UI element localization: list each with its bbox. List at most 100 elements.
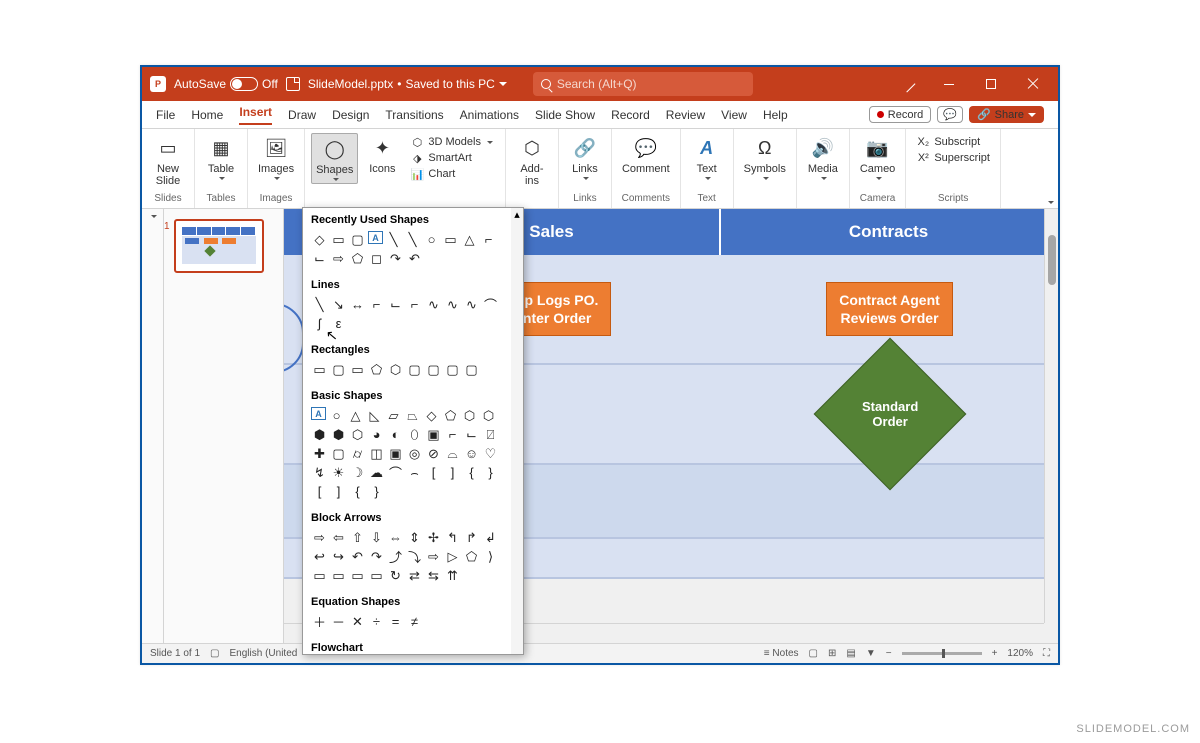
shape-arrow-icon[interactable]: ⇨ (330, 250, 347, 267)
ink-icon[interactable] (890, 74, 924, 94)
reading-view-icon[interactable]: ▤ (846, 648, 855, 659)
shape-curve2-icon[interactable]: ∿ (444, 296, 461, 313)
shape-pentagon-icon[interactable]: ⬠ (442, 407, 459, 424)
shape-dodecagon-icon[interactable]: ⬡ (349, 426, 366, 443)
shape-callout2-icon[interactable]: ▭ (330, 567, 347, 584)
shape-line-icon[interactable]: ╲ (385, 231, 402, 248)
shape-rarrow-icon[interactable]: ⇨ (311, 529, 328, 546)
shape-oval-icon[interactable]: ○ (328, 407, 345, 424)
shape-rbrace2-icon[interactable]: } (368, 483, 385, 500)
record-button[interactable]: Record (869, 106, 931, 123)
tab-design[interactable]: Design (332, 108, 369, 122)
shape-elbow3-icon[interactable]: ⌐ (406, 296, 423, 313)
shape-can-icon[interactable]: ⌭ (349, 445, 366, 462)
shape-darrow-icon[interactable]: ⇩ (368, 529, 385, 546)
shape-round2-icon[interactable]: ▢ (425, 361, 442, 378)
zoom-slider[interactable] (902, 652, 982, 655)
normal-view-icon[interactable]: ▢ (809, 648, 818, 659)
icons-button[interactable]: ✦Icons (362, 133, 402, 177)
tab-view[interactable]: View (721, 108, 747, 122)
table-button[interactable]: ▦Table (201, 133, 241, 182)
tab-insert[interactable]: Insert (239, 105, 272, 125)
shape-multiply-icon[interactable]: ✕ (349, 613, 366, 630)
shape-snip2-icon[interactable]: ⬠ (368, 361, 385, 378)
shape-diamond-icon[interactable]: ◇ (311, 231, 328, 248)
shape-quadarrow-icon[interactable]: ✢ (425, 529, 442, 546)
shape-minus-icon[interactable]: － (330, 613, 347, 630)
shape-round1-icon[interactable]: ▢ (406, 361, 423, 378)
shape-rect-icon[interactable]: ▭ (330, 231, 347, 248)
shape-rect2-icon[interactable]: ▭ (442, 231, 459, 248)
media-button[interactable]: 🔊Media (803, 133, 843, 182)
shape-circ-icon[interactable]: ↻ (387, 567, 404, 584)
shape-lconn-icon[interactable]: ⌐ (480, 231, 497, 248)
save-icon[interactable] (286, 77, 300, 91)
search-input[interactable]: Search (Alt+Q) (533, 72, 753, 96)
shape-frame-icon[interactable]: ▣ (425, 426, 442, 443)
shape-rbrace-icon[interactable]: } (482, 464, 499, 481)
notes-button[interactable]: ≡ Notes (764, 648, 799, 659)
shape-notched-icon[interactable]: ▷ (444, 548, 461, 565)
shape-snip3-icon[interactable]: ⬡ (387, 361, 404, 378)
shape-uturn-icon[interactable]: ↩ (311, 548, 328, 565)
slideshow-view-icon[interactable]: ▼ (866, 648, 876, 659)
zoom-in-button[interactable]: + (992, 648, 998, 659)
tab-draw[interactable]: Draw (288, 108, 316, 122)
shape-notequal-icon[interactable]: ≠ (406, 613, 423, 630)
tab-animations[interactable]: Animations (460, 108, 519, 122)
shape-oval-icon[interactable]: ○ (423, 231, 440, 248)
slide-thumbnail-1[interactable]: 1 (174, 219, 264, 273)
shape-uturn2-icon[interactable]: ↪ (330, 548, 347, 565)
shape-curved4-icon[interactable]: ⤵ (406, 548, 423, 565)
symbols-button[interactable]: ΩSymbols (740, 133, 790, 182)
shape-diagstripe-icon[interactable]: ⍁ (482, 426, 499, 443)
3dmodels-button[interactable]: ⬡3D Models (410, 135, 493, 149)
scroll-thumb[interactable] (1048, 235, 1056, 285)
process-box-contracts[interactable]: Contract AgentReviews Order (826, 282, 953, 336)
shape-snip-icon[interactable]: ▭ (349, 361, 366, 378)
shape-diamond-icon[interactable]: ◇ (423, 407, 440, 424)
shape-lbrace-icon[interactable]: { (463, 464, 480, 481)
shape-arc-icon[interactable]: ⌒ (387, 464, 404, 481)
panel-collapse[interactable] (142, 209, 164, 643)
shape-bent3-icon[interactable]: ↲ (482, 529, 499, 546)
shape-curved3-icon[interactable]: ⤴ (387, 548, 404, 565)
shape-cross-icon[interactable]: ✚ (311, 445, 328, 462)
shape-roundrect-icon[interactable]: ▢ (349, 231, 366, 248)
images-button[interactable]: 🖼Images (254, 133, 298, 182)
shape-chord-icon[interactable]: ◐ (387, 426, 404, 443)
shape-callout1-icon[interactable]: ▭ (311, 567, 328, 584)
shape-trapezoid-icon[interactable]: ⏢ (404, 407, 421, 424)
shape-round4-icon[interactable]: ▢ (463, 361, 480, 378)
shape-octagon-icon[interactable]: ⬢ (311, 426, 328, 443)
shape-callout-icon[interactable]: ◻ (368, 250, 385, 267)
shape-triangle-icon[interactable]: △ (347, 407, 364, 424)
shape-divide-icon[interactable]: ÷ (368, 613, 385, 630)
shape-elbow2-icon[interactable]: ⌙ (387, 296, 404, 313)
shape-lrarrow-icon[interactable]: ⇔ (387, 529, 404, 546)
shape-lightning-icon[interactable]: ↯ (311, 464, 328, 481)
shape-curved2-icon[interactable]: ↷ (368, 548, 385, 565)
shape-donut-icon[interactable]: ◎ (406, 445, 423, 462)
shape-rect-icon[interactable]: ▭ (311, 361, 328, 378)
tab-record[interactable]: Record (611, 108, 650, 122)
accessibility-icon[interactable]: ▢ (210, 648, 219, 659)
shape-equal-icon[interactable]: = (387, 613, 404, 630)
shape-striped-icon[interactable]: ⇨ (425, 548, 442, 565)
shape-sun-icon[interactable]: ☀ (330, 464, 347, 481)
smartart-button[interactable]: ⬗SmartArt (410, 151, 493, 165)
shape-larrow-icon[interactable]: ⇦ (330, 529, 347, 546)
shape-bent-icon[interactable]: ↰ (444, 529, 461, 546)
maximize-button[interactable] (974, 74, 1008, 94)
shape-pie-icon[interactable]: ◕ (368, 426, 385, 443)
tab-slideshow[interactable]: Slide Show (535, 108, 595, 122)
shape-line-icon[interactable]: ╲ (311, 296, 328, 313)
shape-textbox-icon[interactable]: A (311, 407, 326, 420)
shape-rbracket-icon[interactable]: ] (444, 464, 461, 481)
shape-curve2-icon[interactable]: ↶ (406, 250, 423, 267)
shape-callout3-icon[interactable]: ▭ (349, 567, 366, 584)
fit-window-icon[interactable]: ⛶ (1043, 648, 1050, 659)
shape-udarrow-icon[interactable]: ⇕ (406, 529, 423, 546)
dropdown-scrollbar[interactable]: ▴ (511, 208, 523, 654)
shape-moon-icon[interactable]: ☽ (349, 464, 366, 481)
